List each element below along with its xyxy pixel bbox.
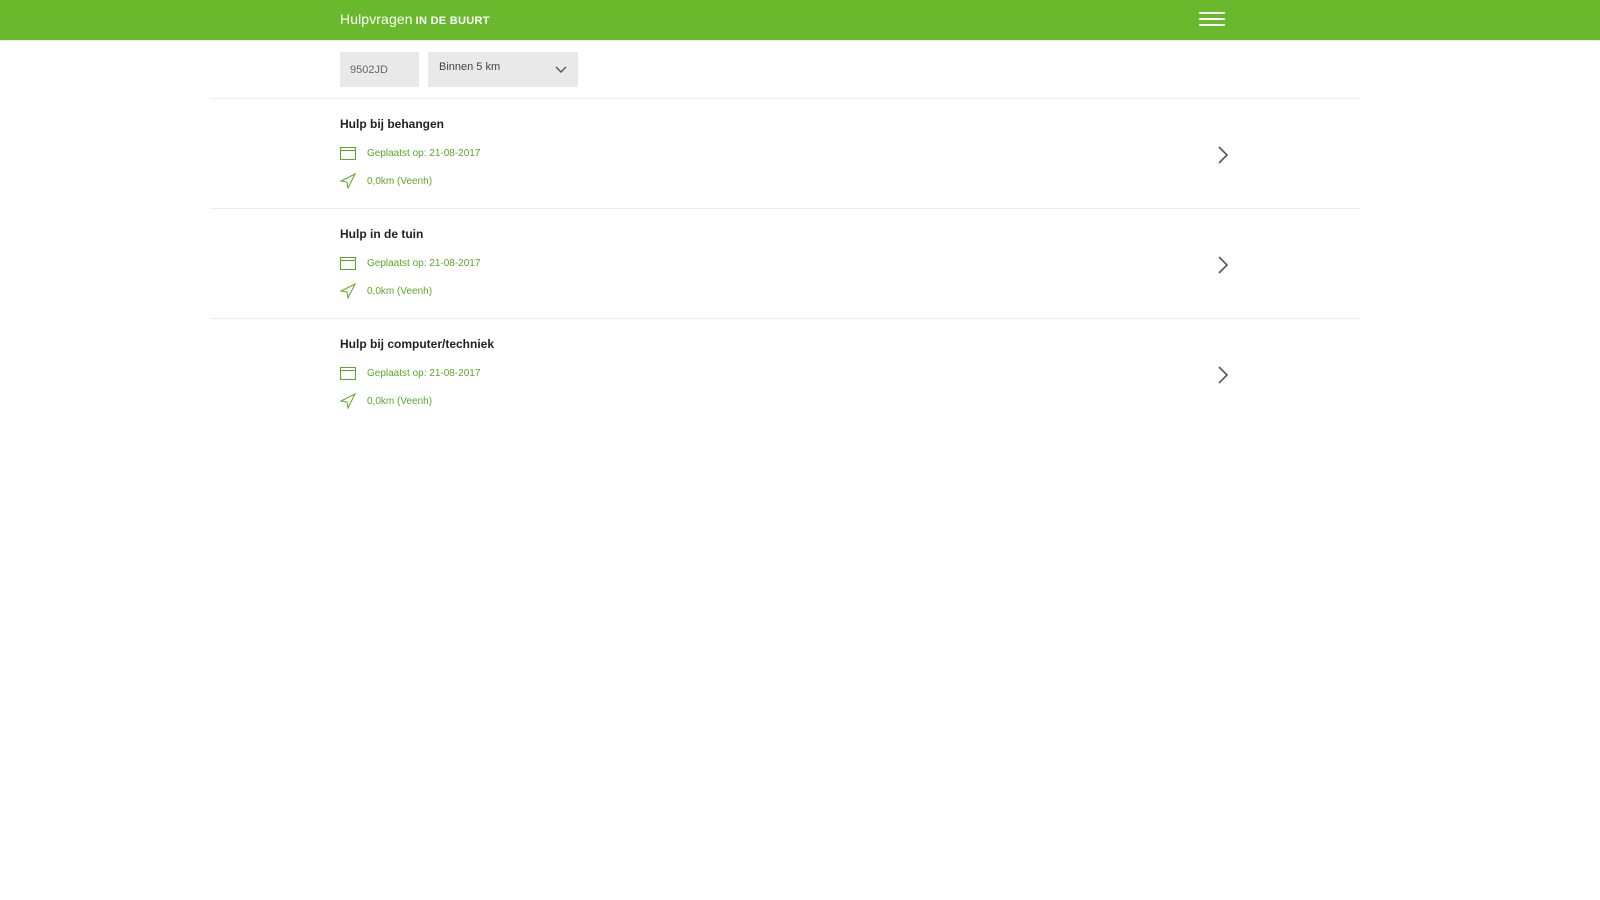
- calendar-icon: [340, 147, 356, 160]
- top-bar: Hulpvragen IN DE BUURT: [0, 0, 1600, 40]
- postcode-input[interactable]: [340, 52, 419, 87]
- request-date: Geplaatst op: 21-08-2017: [339, 255, 480, 271]
- location-arrow-icon: [339, 173, 357, 189]
- chevron-right-icon: [1218, 256, 1229, 274]
- brand-title: Hulpvragen: [340, 11, 413, 27]
- request-title: Hulp bij computer/techniek: [340, 337, 495, 351]
- chevron-down-icon: [555, 66, 567, 73]
- request-title: Hulp bij behangen: [340, 117, 444, 131]
- calendar-icon: [340, 257, 356, 270]
- list-item[interactable]: Hulp bij computer/techniek Geplaatst op:…: [210, 318, 1360, 428]
- location-arrow-icon: [339, 283, 357, 299]
- distance-select-value: Binnen 5 km: [439, 61, 501, 73]
- request-date-text: Geplaatst op: 21-08-2017: [367, 147, 481, 159]
- chevron-right-icon: [1218, 366, 1229, 384]
- request-distance-text: 0,0km (Veenh): [367, 395, 433, 407]
- calendar-icon: [340, 367, 356, 380]
- hamburger-menu-icon[interactable]: [1199, 12, 1225, 30]
- request-title: Hulp in de tuin: [340, 227, 424, 241]
- request-date-text: Geplaatst op: 21-08-2017: [367, 257, 481, 269]
- request-date-text: Geplaatst op: 21-08-2017: [367, 367, 481, 379]
- chevron-right-icon: [1218, 146, 1229, 164]
- location-arrow-icon: [339, 393, 357, 409]
- brand-subtitle: IN DE BUURT: [415, 15, 490, 27]
- request-date: Geplaatst op: 21-08-2017: [339, 145, 480, 161]
- distance-select[interactable]: Binnen 5 km: [428, 52, 578, 87]
- request-distance: 0,0km (Veenh): [339, 283, 432, 299]
- brand-logo[interactable]: Hulpvragen IN DE BUURT: [340, 11, 490, 27]
- list-item[interactable]: Hulp in de tuin Geplaatst op: 21-08-2017…: [210, 208, 1360, 318]
- list-item[interactable]: Hulp bij behangen Geplaatst op: 21-08-20…: [210, 98, 1360, 208]
- request-distance-text: 0,0km (Veenh): [367, 285, 433, 297]
- request-date: Geplaatst op: 21-08-2017: [339, 365, 480, 381]
- request-distance-text: 0,0km (Veenh): [367, 175, 433, 187]
- request-distance: 0,0km (Veenh): [339, 393, 432, 409]
- help-request-list: Hulp bij behangen Geplaatst op: 21-08-20…: [210, 98, 1360, 428]
- request-distance: 0,0km (Veenh): [339, 173, 432, 189]
